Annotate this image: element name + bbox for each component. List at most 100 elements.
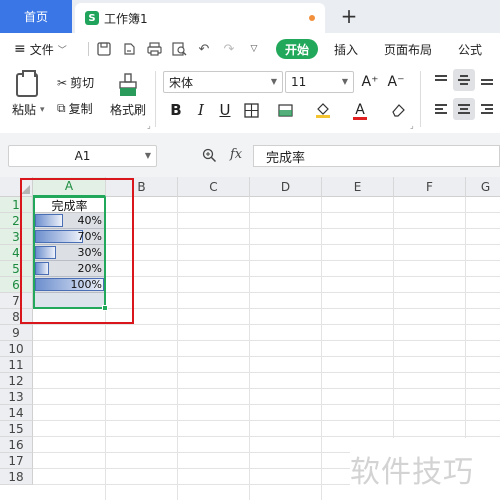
- hamburger-icon: ≡: [14, 41, 26, 57]
- cell-style-button[interactable]: [275, 100, 295, 120]
- font-size-select[interactable]: 11 ▼: [285, 71, 354, 93]
- chevron-down-icon: ▾: [40, 104, 45, 115]
- column-header-e[interactable]: E: [322, 177, 394, 197]
- column-gridline: [321, 197, 322, 500]
- clipboard-group-expander[interactable]: ⌟: [147, 121, 151, 130]
- cell-style-icon: [277, 103, 293, 117]
- column-header-d[interactable]: D: [250, 177, 322, 197]
- increase-font-button[interactable]: A⁺: [360, 72, 380, 92]
- tab-home-label: 首页: [23, 10, 48, 24]
- font-color-button[interactable]: A: [350, 100, 370, 120]
- file-menu-label: 文件: [29, 42, 54, 57]
- save-icon[interactable]: [96, 41, 112, 57]
- file-menu[interactable]: ≡ 文件 ﹀: [14, 33, 67, 65]
- copy-icon: ⧉: [57, 101, 66, 115]
- undo-icon[interactable]: ↶: [196, 41, 212, 57]
- paint-bucket-icon: [316, 103, 330, 118]
- paste-label: 粘贴: [12, 103, 37, 117]
- row-gridline: [33, 340, 500, 341]
- fill-color-button[interactable]: [313, 100, 333, 120]
- row-gridline: [33, 420, 500, 421]
- customize-toolbar-icon[interactable]: ▽: [246, 41, 262, 57]
- row-header-18[interactable]: 18: [0, 469, 33, 485]
- row-gridline: [33, 388, 500, 389]
- chevron-down-icon: ▼: [270, 77, 277, 86]
- decrease-font-button[interactable]: A⁻: [386, 72, 406, 92]
- row-header-12[interactable]: 12: [0, 373, 33, 389]
- row-header-14[interactable]: 14: [0, 405, 33, 421]
- new-tab-button[interactable]: +: [337, 3, 361, 29]
- row-header-17[interactable]: 17: [0, 453, 33, 469]
- row-gridline: [33, 356, 500, 357]
- column-gridline: [249, 197, 250, 500]
- row-header-15[interactable]: 15: [0, 421, 33, 437]
- highlight-annotation-box: [20, 178, 134, 324]
- formula-input-value: 完成率: [266, 150, 306, 166]
- zoom-icon[interactable]: [202, 148, 217, 167]
- name-box[interactable]: A1 ▼: [8, 145, 157, 167]
- menu-tab-formulas[interactable]: 公式: [458, 33, 482, 65]
- font-group-expander[interactable]: ⌟: [410, 121, 414, 130]
- print-preview-icon[interactable]: [171, 41, 187, 57]
- bold-button[interactable]: B: [166, 100, 186, 120]
- align-right-button[interactable]: [476, 98, 498, 120]
- tab-home[interactable]: 首页: [0, 0, 72, 33]
- tab-bar: 首页 S 工作簿1 +: [0, 0, 500, 33]
- align-center-button[interactable]: [453, 98, 475, 120]
- copy-label: 复制: [68, 102, 93, 116]
- cut-label: 剪切: [70, 76, 95, 90]
- align-middle-button[interactable]: [453, 69, 475, 91]
- menu-tab-page-layout[interactable]: 页面布局: [384, 33, 432, 65]
- align-bottom-button[interactable]: [476, 69, 498, 91]
- tab-document[interactable]: S 工作簿1: [75, 3, 325, 33]
- row-header-11[interactable]: 11: [0, 357, 33, 373]
- spreadsheet-grid: A B C D E F G 1 2 3 4 5 6 7 8 9 10 11 12 13 14 15 16 17 18 完成率 40%…: [0, 177, 500, 500]
- ribbon-toolbar: 粘贴 ▾ ✂ 剪切 ⧉ 复制 格式刷 ⌟ 宋体 ▼ 11 ▼ A⁺ A⁻ B I…: [0, 65, 500, 133]
- column-header-f[interactable]: F: [394, 177, 466, 197]
- underline-button[interactable]: U: [215, 100, 235, 120]
- menu-bar: ≡ 文件 ﹀ ↶ ↷ ▽ 开始 插入 页面布局 公式: [0, 33, 500, 65]
- font-name-value: 宋体: [169, 75, 194, 90]
- chevron-down-icon: ﹀: [57, 45, 67, 56]
- menu-tab-insert[interactable]: 插入: [334, 33, 358, 65]
- menu-divider: [88, 42, 89, 56]
- menu-tab-start[interactable]: 开始: [276, 39, 318, 59]
- row-header-10[interactable]: 10: [0, 341, 33, 357]
- redo-icon[interactable]: ↷: [221, 41, 237, 57]
- align-left-button[interactable]: [430, 98, 452, 120]
- format-painter-icon: [119, 73, 137, 96]
- font-size-value: 11: [291, 75, 307, 89]
- cut-button[interactable]: ✂ 剪切: [57, 74, 94, 91]
- eraser-icon: [391, 104, 405, 117]
- column-header-g[interactable]: G: [466, 177, 500, 197]
- insert-function-icon[interactable]: fx: [230, 147, 242, 162]
- italic-button[interactable]: I: [191, 100, 211, 120]
- chevron-down-icon: ▼: [144, 151, 151, 160]
- ribbon-divider: [155, 71, 156, 127]
- copy-button[interactable]: ⧉ 复制: [57, 100, 93, 117]
- font-color-letter: A: [355, 102, 365, 118]
- row-header-16[interactable]: 16: [0, 437, 33, 453]
- font-color-swatch: [353, 117, 367, 120]
- column-header-c[interactable]: C: [178, 177, 250, 197]
- formula-input[interactable]: 完成率: [253, 145, 500, 167]
- font-name-select[interactable]: 宋体 ▼: [163, 71, 283, 93]
- formula-bar: A1 ▼ fx 完成率: [0, 133, 500, 177]
- border-button[interactable]: [241, 100, 261, 120]
- paste-icon: [16, 70, 38, 97]
- clear-button[interactable]: [388, 100, 408, 120]
- border-icon: [243, 102, 259, 118]
- align-top-button[interactable]: [430, 69, 452, 91]
- tab-document-title: 工作簿1: [104, 11, 148, 26]
- row-header-9[interactable]: 9: [0, 325, 33, 341]
- name-box-value: A1: [74, 149, 91, 163]
- watermark-text: 软件技巧: [350, 438, 500, 500]
- row-header-13[interactable]: 13: [0, 389, 33, 405]
- export-icon[interactable]: [121, 41, 137, 57]
- column-gridline: [177, 197, 178, 500]
- scissors-icon: ✂: [57, 75, 68, 90]
- print-icon[interactable]: [146, 41, 162, 57]
- format-painter-label: 格式刷: [110, 103, 147, 117]
- chevron-down-icon: ▼: [341, 77, 348, 86]
- row-gridline: [33, 324, 500, 325]
